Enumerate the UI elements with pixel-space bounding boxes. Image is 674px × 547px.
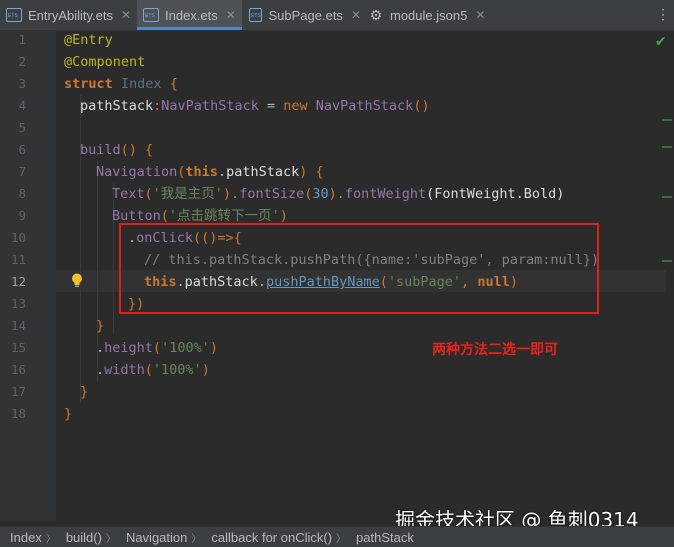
tab-subpage[interactable]: SubPage.ets ✕ [243,0,361,30]
code-line-4[interactable]: pathStack:NavPathStack = new NavPathStac… [80,95,430,117]
code-line-16[interactable]: .width('100%') [96,359,210,381]
tab-module-json[interactable]: ⚙ module.json5 ✕ [362,0,496,30]
line-number: 9 [18,208,26,223]
ets-file-icon [249,8,263,22]
breadcrumb-item[interactable]: Index [0,530,46,545]
tab-entryability[interactable]: EntryAbility.ets ✕ [0,0,136,30]
line-number: 16 [10,362,26,377]
annotation-note: 两种方法二选一即可 [432,342,558,358]
tab-label: Index.ets [165,7,218,23]
chevron-right-icon: 〉 [191,533,202,545]
code-line-8[interactable]: Text('我是主页').fontSize(30).fontWeight(Fon… [112,183,564,205]
tab-label: SubPage.ets [268,7,343,23]
breadcrumb-item[interactable]: Navigation [116,530,191,545]
chevron-right-icon: 〉 [105,533,116,545]
code-line-3[interactable]: struct Index { [64,73,178,95]
code-line-18[interactable]: } [64,403,72,425]
line-number: 4 [18,98,26,113]
close-icon[interactable]: ✕ [475,8,485,22]
line-number: 14 [10,318,26,333]
chevron-right-icon: 〉 [336,533,347,545]
change-marker [662,119,672,121]
line-number: 18 [10,406,26,421]
code-line-14[interactable]: } [96,315,104,337]
close-icon[interactable]: ✕ [226,8,236,22]
ets-file-icon [6,8,22,22]
code-line-2[interactable]: @Component [64,51,145,73]
line-number: 11 [10,252,26,267]
line-number: 2 [18,54,26,69]
close-icon[interactable]: ✕ [121,8,131,22]
ets-file-icon [143,8,159,22]
close-icon[interactable]: ✕ [351,8,361,22]
line-number: 3 [18,76,26,91]
breadcrumb: Index 〉 build() 〉 Navigation 〉 callback … [0,526,674,547]
change-marker [662,196,672,198]
tab-index[interactable]: Index.ets ✕ [137,0,242,30]
line-number: 1 [18,32,26,47]
line-number: 15 [10,340,26,355]
change-marker [662,146,672,148]
highlight-box [119,223,599,314]
line-number: 6 [18,142,26,157]
breadcrumb-item[interactable]: pathStack [346,530,418,545]
code-line-17[interactable]: } [80,381,88,403]
code-line-7[interactable]: Navigation(this.pathStack) { [96,161,324,183]
line-number: 17 [10,384,26,399]
code-line-1[interactable]: @Entry [64,29,113,51]
inspection-ok-icon[interactable]: ✔ [655,34,667,50]
breadcrumb-item[interactable]: callback for onClick() [201,530,336,545]
line-number: 13 [10,296,26,311]
more-tabs-icon[interactable]: ⋮ [656,6,670,23]
tab-label: module.json5 [390,7,468,23]
editor-tab-bar: EntryAbility.ets ✕ Index.ets ✕ SubPage.e… [0,0,674,31]
lightbulb-icon[interactable] [71,273,83,288]
line-number: 8 [18,186,26,201]
line-number: 10 [10,230,26,245]
code-line-6[interactable]: build() { [80,139,153,161]
breadcrumb-item[interactable]: build() [56,530,106,545]
line-number: 7 [18,164,26,179]
json-file-icon: ⚙ [369,7,383,23]
code-line-15[interactable]: .height('100%') [96,337,218,359]
change-marker [662,260,672,262]
line-number: 12 [10,274,26,289]
chevron-right-icon: 〉 [45,533,56,545]
line-number: 5 [18,120,26,135]
tab-label: EntryAbility.ets [28,7,114,23]
